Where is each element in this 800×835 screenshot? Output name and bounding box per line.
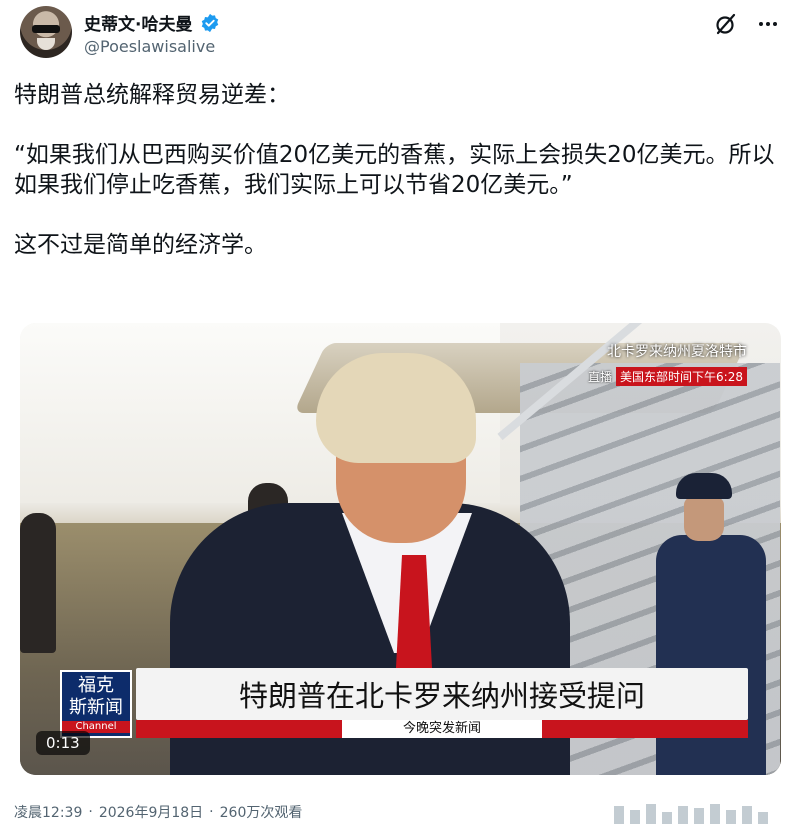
live-label: 直播 bbox=[588, 370, 613, 384]
avatar-beard bbox=[37, 38, 55, 50]
location-city: 北卡罗来纳州夏洛特市 bbox=[607, 344, 747, 360]
name-row: 史蒂文·哈夫曼 bbox=[84, 10, 220, 35]
view-count[interactable]: 260万次观看 bbox=[220, 802, 303, 822]
more-icon[interactable] bbox=[756, 12, 780, 36]
fox-news-logo: 福克 斯新闻 Channel bbox=[60, 670, 132, 738]
header-actions bbox=[714, 12, 780, 36]
meta-separator: · bbox=[88, 804, 93, 820]
news-subline-bar: 今晚突发新闻 bbox=[136, 720, 748, 738]
news-headline: 特朗普在北卡罗来纳州接受提问 bbox=[136, 668, 748, 720]
meta-separator: · bbox=[209, 804, 214, 820]
tweet-header: 史蒂文·哈夫曼 @Poeslawisalive bbox=[20, 4, 780, 64]
watermark-bars bbox=[614, 796, 794, 824]
video-bystander bbox=[20, 513, 56, 653]
grok-icon[interactable] bbox=[714, 12, 738, 36]
video-player[interactable]: 北卡罗来纳州夏洛特市 直播 美国东部时间下午6:28 福克 斯新闻 Channe… bbox=[20, 323, 781, 775]
tweet-text: 特朗普总统解释贸易逆差： “如果我们从巴西购买价值20亿美元的香蕉，实际上会损失… bbox=[14, 80, 784, 290]
video-speaker-hair bbox=[316, 353, 476, 463]
location-overlay: 北卡罗来纳州夏洛特市 直播 美国东部时间下午6:28 bbox=[588, 341, 747, 386]
tweet-line-conclusion: 这不过是简单的经济学。 bbox=[14, 232, 267, 258]
verified-badge-icon bbox=[202, 13, 219, 32]
broadcast-time: 美国东部时间下午6:28 bbox=[616, 367, 747, 386]
post-time[interactable]: 凌晨12:39 bbox=[14, 802, 82, 822]
user-handle[interactable]: @Poeslawisalive bbox=[84, 37, 215, 56]
tweet-quote: “如果我们从巴西购买价值20亿美元的香蕉，实际上会损失20亿美元。所以如果我们停… bbox=[14, 142, 775, 198]
display-name[interactable]: 史蒂文·哈夫曼 bbox=[84, 10, 192, 35]
news-subline: 今晚突发新闻 bbox=[342, 720, 542, 738]
news-lower-third: 福克 斯新闻 Channel 特朗普在北卡罗来纳州接受提问 今晚突发新闻 bbox=[60, 668, 748, 740]
tweet-line-intro: 特朗普总统解释贸易逆差： bbox=[14, 82, 290, 108]
post-date[interactable]: 2026年9月18日 bbox=[99, 802, 203, 822]
avatar-shades bbox=[32, 25, 60, 33]
video-duration: 0:13 bbox=[36, 731, 90, 755]
avatar[interactable] bbox=[20, 6, 72, 58]
